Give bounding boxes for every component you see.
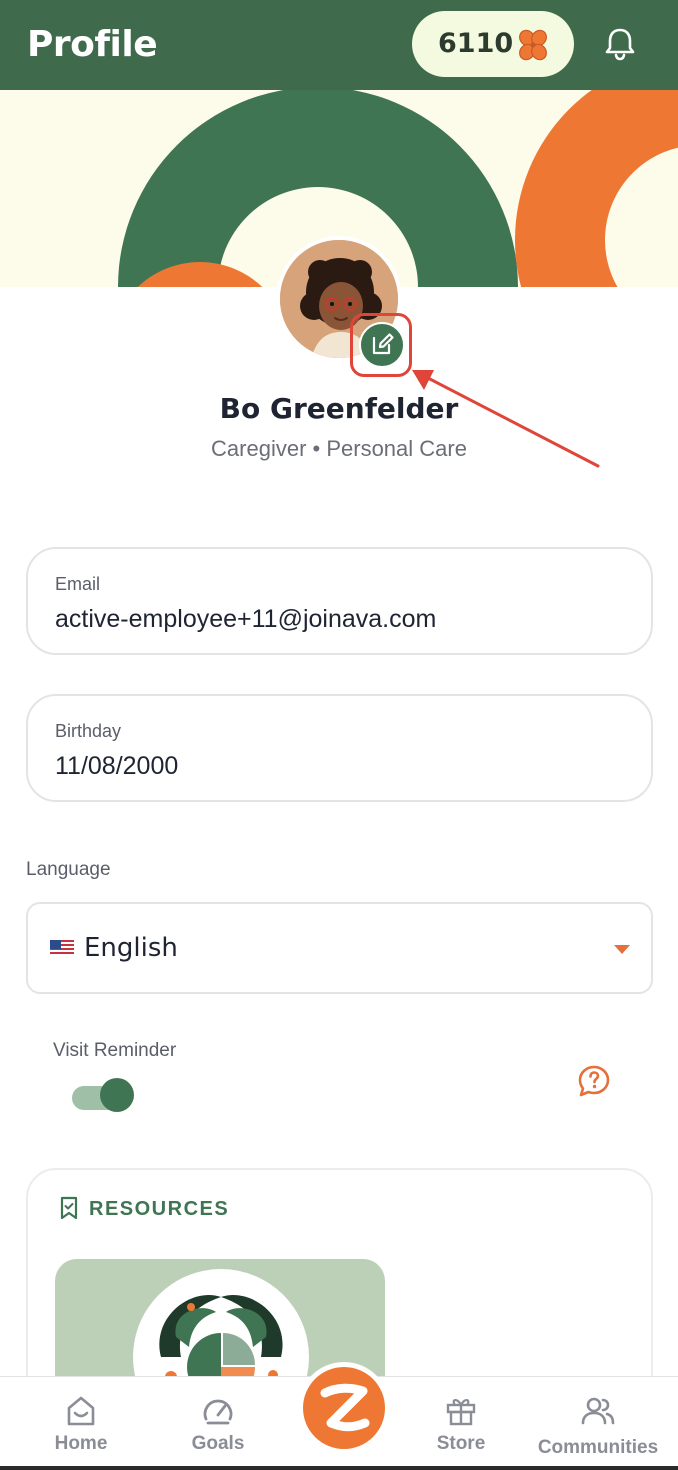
- app-header: Profile 6110: [0, 0, 678, 90]
- us-flag-icon: [50, 940, 74, 956]
- nav-store[interactable]: Store: [410, 1377, 512, 1470]
- edit-avatar-circle[interactable]: [359, 322, 405, 368]
- toggle-knob: [100, 1078, 134, 1112]
- home-icon: [67, 1396, 95, 1426]
- nav-center-circle: [303, 1367, 385, 1449]
- nav-center-button[interactable]: [298, 1362, 390, 1454]
- visit-reminder-toggle[interactable]: [72, 1078, 134, 1112]
- nav-home[interactable]: Home: [30, 1377, 132, 1470]
- language-select[interactable]: English: [26, 902, 653, 994]
- chevron-down-icon: [614, 945, 630, 954]
- email-value: active-employee+11@joinava.com: [55, 605, 437, 633]
- birthday-field[interactable]: Birthday 11/08/2000: [26, 694, 653, 802]
- gauge-icon: [203, 1399, 233, 1425]
- page-title: Profile: [27, 24, 158, 65]
- visit-reminder-label: Visit Reminder: [53, 1040, 177, 1061]
- birthday-value: 11/08/2000: [55, 752, 179, 780]
- edit-icon: [372, 333, 394, 355]
- birthday-label: Birthday: [55, 721, 122, 741]
- nav-home-label: Home: [54, 1433, 108, 1454]
- user-role: Caregiver • Personal Care: [211, 436, 467, 461]
- home-indicator: [0, 1466, 678, 1470]
- bookmark-icon: [60, 1196, 78, 1220]
- email-label: Email: [55, 574, 101, 594]
- resources-title: RESOURCES: [89, 1198, 230, 1220]
- language-label: Language: [26, 859, 111, 880]
- points-value: 6110: [438, 28, 514, 59]
- z-logo-icon: [320, 1383, 370, 1432]
- help-chat-icon[interactable]: [575, 1062, 613, 1100]
- language-selected-value: English: [84, 933, 178, 963]
- people-icon: [581, 1397, 615, 1425]
- bell-icon[interactable]: [598, 22, 642, 66]
- nav-store-label: Store: [436, 1433, 486, 1454]
- user-name: Bo Greenfelder: [219, 392, 459, 425]
- nav-goals-label: Goals: [191, 1433, 245, 1454]
- nav-communities-label: Communities: [537, 1437, 659, 1458]
- gift-icon: [446, 1399, 476, 1426]
- nav-goals[interactable]: Goals: [167, 1377, 269, 1470]
- nav-communities[interactable]: Communities: [530, 1377, 666, 1470]
- clover-icon: [519, 29, 547, 61]
- email-field[interactable]: Email active-employee+11@joinava.com: [26, 547, 653, 655]
